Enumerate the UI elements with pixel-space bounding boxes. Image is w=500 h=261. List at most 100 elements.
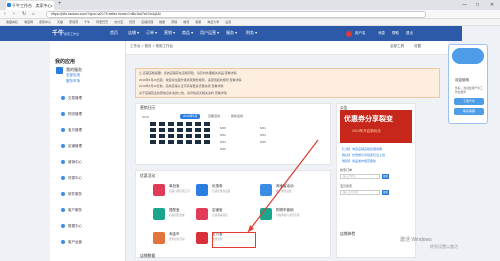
service-item[interactable]: 单品宝 商品打折促销工具: [153, 184, 191, 206]
contact-service-button[interactable]: 联系客服: [454, 108, 484, 115]
notice-line[interactable]: ⚠ 店铺违规提醒：您的店铺存在违规风险，请及时处理相关商品 查看详情: [139, 71, 237, 75]
calendar-date-label[interactable]: 5/21: [260, 126, 266, 130]
sidebar-item[interactable]: 店铺管理: [61, 144, 82, 149]
sidebar-item[interactable]: 交易管理: [61, 96, 82, 101]
service-item[interactable]: 优惠券 店铺优惠券设置: [196, 184, 234, 206]
service-item[interactable]: 淘金币 金币抵扣活动: [153, 232, 191, 254]
calendar-day-cell[interactable]: [177, 134, 183, 138]
calendar-day-cell[interactable]: [204, 122, 210, 126]
bookmark-item[interactable]: 物流: [183, 20, 189, 24]
bookmark-item[interactable]: 支付宝: [114, 20, 123, 24]
notice-line[interactable]: 2019年5月20日起，淘宝将全面升级商家服务规则，请查阅最新规则 查看详情: [139, 78, 242, 82]
window-maximize-button[interactable]: □: [476, 0, 479, 10]
window-close-button[interactable]: ✕: [490, 0, 494, 10]
bookmark-item[interactable]: 收藏夹栏: [6, 20, 18, 24]
calendar-date-label[interactable]: 5/20: [220, 126, 226, 130]
order-search-input[interactable]: 输入订单号: [340, 174, 380, 179]
calendar-day-cell[interactable]: [186, 134, 192, 138]
bookmark-item[interactable]: 天猫: [57, 20, 63, 24]
calendar-day-cell[interactable]: [168, 134, 174, 138]
bookmark-item[interactable]: 卖家中心: [39, 20, 51, 24]
calendar-day-cell[interactable]: [159, 122, 165, 126]
bookmark-item[interactable]: 聚划算: [69, 20, 78, 24]
calendar-day-cell[interactable]: [150, 134, 156, 138]
menu-item[interactable]: 财务 ▾: [246, 29, 257, 37]
calendar-date-label[interactable]: 5/24: [220, 140, 226, 144]
header-help-link[interactable]: 帮助: [392, 26, 399, 41]
bookmark-item[interactable]: 淘宝网: [24, 20, 33, 24]
calendar-day-cell[interactable]: [186, 128, 192, 132]
calendar-day-cell[interactable]: [195, 122, 201, 126]
service-item[interactable]: 店铺宝 店铺满减满送: [196, 208, 234, 230]
calendar-day-cell[interactable]: [195, 128, 201, 132]
download-qianniu-button[interactable]: 下载千牛: [454, 98, 484, 105]
menu-item[interactable]: 服务 ▾: [226, 29, 237, 37]
calendar-tab-mine[interactable]: 我的活动: [228, 114, 246, 119]
calendar-day-cell[interactable]: [204, 140, 210, 144]
calendar-day-cell[interactable]: [168, 140, 174, 144]
calendar-day-cell[interactable]: [186, 140, 192, 144]
sidebar-item[interactable]: 软件服务: [61, 192, 82, 197]
avatar[interactable]: [346, 31, 352, 37]
breadcrumb[interactable]: 工作台 > 首页 > 常用工作台: [130, 44, 173, 49]
menu-item[interactable]: 店铺 ▾: [128, 29, 139, 37]
menu-item[interactable]: 用户运营 ▾: [200, 29, 219, 37]
calendar-day-cell[interactable]: [195, 134, 201, 138]
calendar-day-cell[interactable]: [150, 122, 156, 126]
browser-tab[interactable]: 千牛工作台 - 卖家中心 ×: [6, 1, 54, 10]
service-item[interactable]: 搭配宝 商品搭配套餐: [153, 208, 191, 230]
all-tools-link[interactable]: 全部工具: [390, 44, 404, 49]
user-name[interactable]: 用户名: [355, 26, 366, 41]
calendar-day-cell[interactable]: [186, 122, 192, 126]
calendar-tab-recent[interactable]: 近期活动: [205, 114, 223, 119]
sidebar-item[interactable]: 货源中心: [61, 176, 82, 181]
forward-button[interactable]: ›: [13, 11, 15, 17]
bookmark-item[interactable]: 客服: [195, 20, 201, 24]
sidebar-item[interactable]: 数据中心: [61, 224, 82, 229]
tab-close-icon[interactable]: ×: [51, 1, 53, 10]
sidebar-item[interactable]: 物流管理: [61, 112, 82, 117]
calendar-tab-active[interactable]: 2019年5月: [180, 114, 201, 119]
header-logout-link[interactable]: 退出: [406, 26, 413, 41]
sidebar-item[interactable]: 客户运营: [61, 240, 82, 245]
calendar-day-cell[interactable]: [168, 128, 174, 132]
calendar-day-cell[interactable]: [195, 140, 201, 144]
menu-item[interactable]: 营销 ▾: [164, 29, 175, 37]
bookmark-item[interactable]: 数据: [159, 20, 165, 24]
announce-link-3[interactable]: 【规则】商品发布规范更新: [340, 159, 376, 163]
menu-item[interactable]: 商品 ▾: [182, 29, 193, 37]
calendar-day-cell[interactable]: [150, 140, 156, 144]
calendar-date-label[interactable]: 5/26: [220, 147, 226, 151]
order-search-button[interactable]: 搜索: [382, 174, 389, 179]
reload-button[interactable]: ↻: [22, 11, 26, 17]
notice-line[interactable]: 关于店铺营业执照信息补充的公告，请尽快完善相关资料 查看详情: [139, 91, 227, 95]
calendar-day-cell[interactable]: [168, 122, 174, 126]
menu-item[interactable]: 订单 ▾: [146, 29, 157, 37]
header-messages-link[interactable]: 消息: [378, 26, 385, 41]
home-button[interactable]: ⌂: [32, 11, 35, 17]
sidebar-item[interactable]: 客户服务: [61, 208, 82, 213]
calendar-year[interactable]: 2019: [142, 115, 149, 119]
url-input[interactable]: https://pifu.taobao.com/?spm=a217h.selle…: [46, 11, 426, 18]
calendar-day-cell[interactable]: [159, 140, 165, 144]
bookmark-item[interactable]: 淘宝大学: [207, 20, 219, 24]
service-item[interactable]: 购物车营销 对加购用户进行营销: [260, 208, 299, 230]
bookmark-item[interactable]: 阿里巴巴: [96, 20, 108, 24]
calendar-day-cell[interactable]: [177, 140, 183, 144]
bookmark-item[interactable]: 店铺管理: [141, 20, 153, 24]
bookmark-item[interactable]: 千牛: [84, 20, 90, 24]
sidebar-item[interactable]: 营销中心: [61, 160, 82, 165]
calendar-day-cell[interactable]: [159, 128, 165, 132]
notice-line[interactable]: 2019年5月30日前，完成店铺认证可获得更多流量扶持 查看详情: [139, 84, 224, 88]
new-tab-button[interactable]: +: [58, 1, 62, 7]
announce-link-2[interactable]: 【热点】优惠券分享裂变玩法上线: [340, 153, 385, 157]
app-logo[interactable]: 千牛: [52, 28, 64, 37]
sidebar-link-all-apps[interactable]: 全部应用: [66, 73, 80, 78]
sidebar-item[interactable]: 宝贝管理: [61, 128, 82, 133]
bookmark-item[interactable]: 旺旺: [129, 20, 135, 24]
calendar-day-cell[interactable]: [150, 128, 156, 132]
calendar-date-label[interactable]: 5/25: [260, 140, 266, 144]
calendar-day-cell[interactable]: [177, 128, 183, 132]
back-button[interactable]: ‹: [4, 11, 6, 17]
calendar-day-cell[interactable]: [177, 122, 183, 126]
